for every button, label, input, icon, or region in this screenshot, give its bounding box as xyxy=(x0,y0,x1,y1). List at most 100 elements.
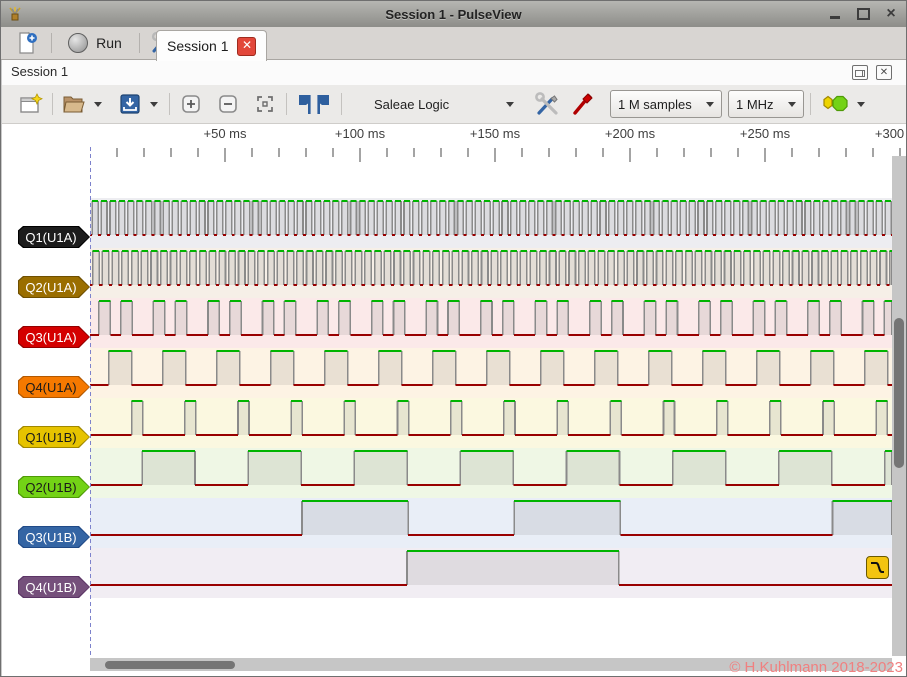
vertical-scrollbar-handle[interactable] xyxy=(894,318,904,468)
wave-high-fill xyxy=(466,201,472,235)
wave-high-fill xyxy=(448,301,459,335)
wave-high-fill xyxy=(431,201,437,235)
wave-high-fill xyxy=(172,201,178,235)
add-decoder-button[interactable] xyxy=(817,90,869,118)
tab-close-button[interactable]: ✕ xyxy=(237,37,256,56)
trigger-marker-falling-edge[interactable] xyxy=(866,556,889,579)
wave-high-fill xyxy=(161,251,167,285)
wave-high-fill xyxy=(649,351,672,385)
subwindow-float-button[interactable] xyxy=(852,65,868,80)
wave-high-fill xyxy=(462,251,468,285)
wave-high-fill xyxy=(653,201,659,235)
show-cursors-button[interactable] xyxy=(293,90,335,118)
channel-label-q2u1a[interactable]: Q2(U1A) xyxy=(18,276,90,298)
wave-high-fill xyxy=(351,201,357,235)
maximize-icon xyxy=(857,8,870,20)
channel-label-q3u1a[interactable]: Q3(U1A) xyxy=(18,326,90,348)
horizontal-scrollbar-handle[interactable] xyxy=(105,661,235,669)
wave-high-fill xyxy=(588,251,594,285)
wave-high-fill xyxy=(258,251,264,285)
wave-high-fill xyxy=(393,301,404,335)
minimize-button[interactable] xyxy=(828,7,842,21)
channel-label-q2u1b[interactable]: Q2(U1B) xyxy=(18,476,90,498)
maximize-button[interactable] xyxy=(856,7,870,21)
wave-high-fill xyxy=(564,201,570,235)
new-session-button[interactable] xyxy=(9,30,45,56)
open-button[interactable] xyxy=(59,90,89,118)
sample-rate-combobox[interactable]: 1 MHz xyxy=(728,90,804,118)
wave-high-fill xyxy=(612,301,623,335)
close-icon: × xyxy=(886,7,895,21)
device-config-button[interactable] xyxy=(532,90,562,118)
wave-high-fill xyxy=(345,251,351,285)
separator xyxy=(52,93,53,115)
wave-high-fill xyxy=(481,301,492,335)
channel-label-q4u1b[interactable]: Q4(U1B) xyxy=(18,576,90,598)
sample-count-combobox[interactable]: 1 M samples xyxy=(610,90,722,118)
wave-high-fill xyxy=(520,251,526,285)
channel-label-q1u1b[interactable]: Q1(U1B) xyxy=(18,426,90,448)
wave-high-fill xyxy=(325,351,348,385)
wave-high-fill xyxy=(725,251,731,285)
device-combobox[interactable]: Saleae Logic xyxy=(366,90,522,118)
wave-high-fill xyxy=(394,251,400,285)
channel-label-q1u1a[interactable]: Q1(U1A) xyxy=(18,226,90,248)
wave-high-fill xyxy=(407,551,619,585)
run-button[interactable]: Run xyxy=(59,30,131,56)
wave-high-fill xyxy=(180,251,186,285)
zoom-in-button[interactable] xyxy=(176,90,206,118)
channel-label-text: Q3(U1A) xyxy=(19,327,89,347)
wave-high-fill xyxy=(101,201,107,235)
zoom-out-button[interactable] xyxy=(213,90,243,118)
wave-high-fill xyxy=(291,401,302,435)
wave-high-fill xyxy=(618,251,624,285)
wave-high-fill xyxy=(190,201,196,235)
wave-high-fill xyxy=(689,201,695,235)
vertical-scrollbar[interactable] xyxy=(892,156,906,656)
wave-high-fill xyxy=(557,301,568,335)
save-dropdown-button[interactable] xyxy=(145,90,163,118)
new-view-button[interactable] xyxy=(16,90,46,118)
channel-label-q4u1a[interactable]: Q4(U1A) xyxy=(18,376,90,398)
wave-high-fill xyxy=(109,351,132,385)
wave-high-fill xyxy=(752,201,758,235)
wave-high-fill xyxy=(608,251,614,285)
open-dropdown-button[interactable] xyxy=(89,90,107,118)
wave-high-fill xyxy=(395,201,401,235)
wave-high-fill xyxy=(734,201,740,235)
wave-high-fill xyxy=(841,201,847,235)
wave-high-fill xyxy=(763,251,769,285)
channels-button[interactable] xyxy=(568,90,598,118)
channel-label-q3u1b[interactable]: Q3(U1B) xyxy=(18,526,90,548)
close-button[interactable]: × xyxy=(884,7,898,21)
waveform-canvas[interactable] xyxy=(2,124,907,676)
wave-high-fill xyxy=(647,251,653,285)
wave-high-fill xyxy=(277,251,283,285)
wave-high-fill xyxy=(663,401,674,435)
wave-high-fill xyxy=(686,251,692,285)
subwindow-close-button[interactable]: ✕ xyxy=(876,65,892,80)
sample-rate-value: 1 MHz xyxy=(736,97,774,112)
wave-high-fill xyxy=(841,251,847,285)
zoom-in-icon xyxy=(180,93,202,115)
wave-high-fill xyxy=(850,201,856,235)
separator xyxy=(286,93,287,115)
tab-session-1[interactable]: Session 1 ✕ xyxy=(156,30,267,61)
wave-high-fill xyxy=(440,201,446,235)
wave-high-fill xyxy=(175,301,186,335)
trace-view[interactable]: +50 ms+100 ms+150 ms+200 ms+250 ms+300 m… xyxy=(1,124,906,676)
wave-high-fill xyxy=(398,401,409,435)
zoom-fit-button[interactable] xyxy=(250,90,280,118)
save-button[interactable] xyxy=(115,90,145,118)
wave-high-fill xyxy=(769,201,775,235)
wave-high-fill xyxy=(404,251,410,285)
title-bar[interactable]: Session 1 - PulseView × xyxy=(1,1,906,27)
channel-label-text: Q4(U1A) xyxy=(19,377,89,397)
wave-high-fill xyxy=(644,301,655,335)
wave-high-fill xyxy=(284,301,295,335)
wave-high-fill xyxy=(557,401,568,435)
chevron-down-icon xyxy=(150,102,158,107)
wave-high-fill xyxy=(530,251,536,285)
wave-high-fill xyxy=(567,451,620,485)
wave-high-fill xyxy=(493,201,499,235)
